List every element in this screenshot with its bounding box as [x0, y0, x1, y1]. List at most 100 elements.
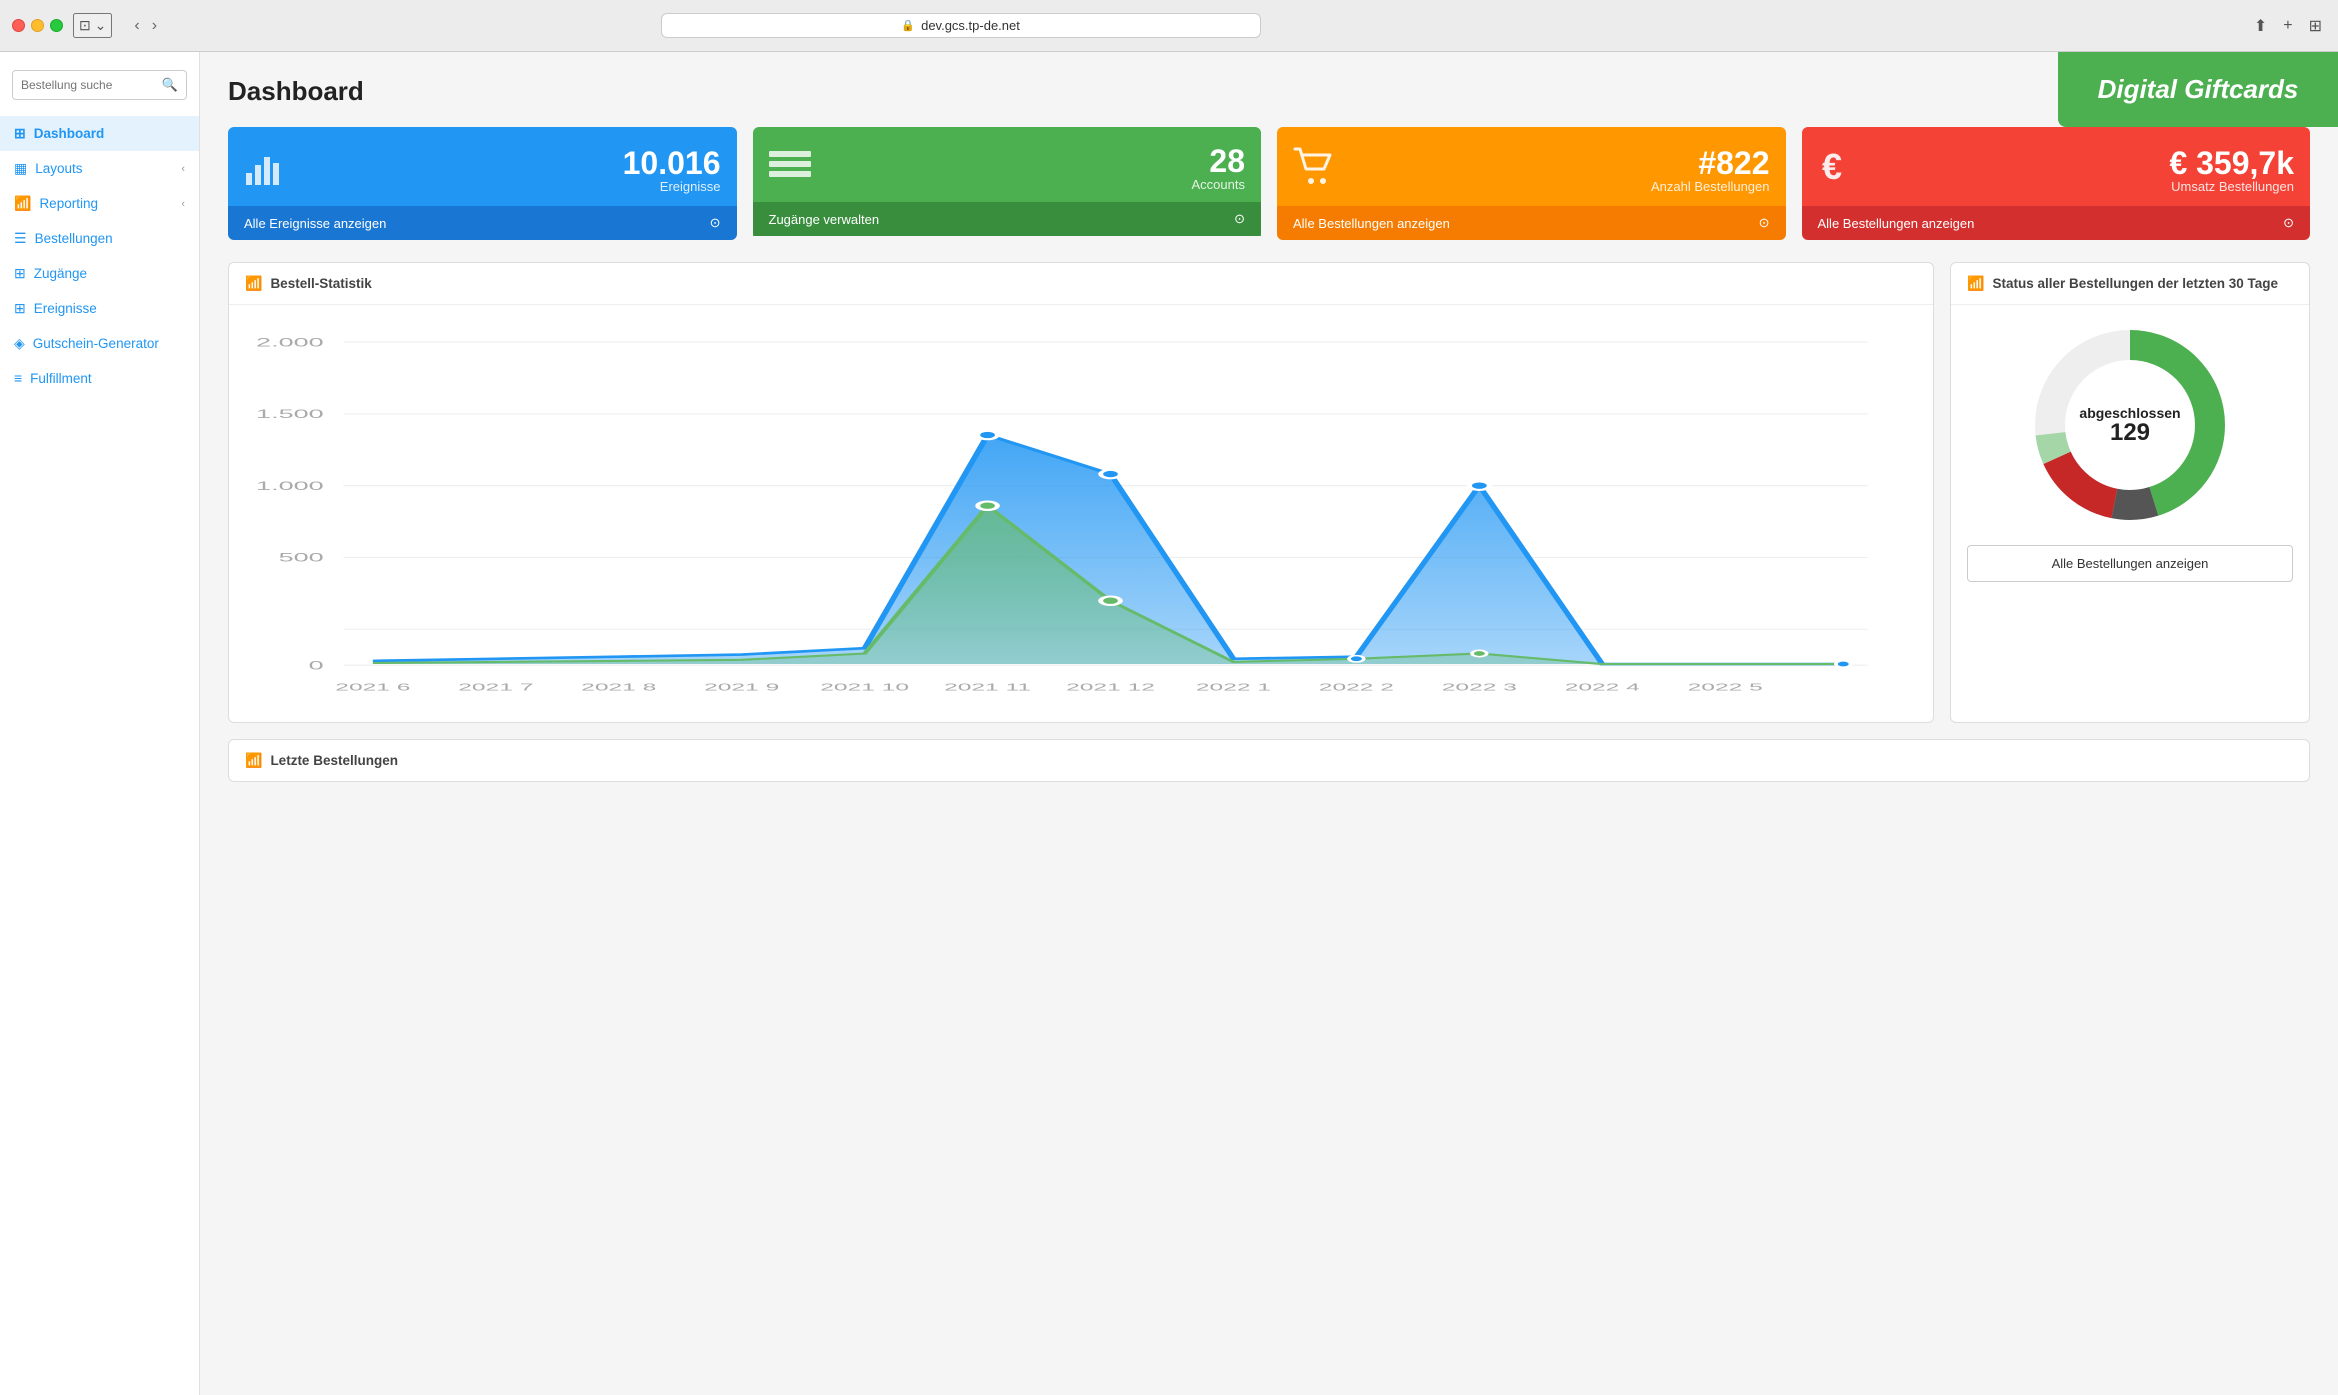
page-title: Dashboard: [228, 76, 2310, 107]
umsatz-link[interactable]: Alle Bestellungen anzeigen ⊙: [1802, 206, 2311, 240]
sidebar-item-label: Layouts: [35, 161, 82, 176]
search-button[interactable]: 🔍: [154, 71, 186, 99]
sidebar: 🔍 ⊞ Dashboard ▦ Layouts ‹ 📶 Reporting ‹ …: [0, 52, 200, 1395]
main-content: Digital Giftcards Dashboard: [200, 52, 2338, 1395]
line-chart: 2.000 1.500 1.000 500 0: [245, 321, 1917, 706]
sidebar-item-label: Gutschein-Generator: [33, 336, 159, 351]
grid-button[interactable]: ⊞: [2305, 14, 2326, 38]
stat-card-bestellungen: #822 Anzahl Bestellungen Alle Bestellung…: [1277, 127, 1786, 240]
accounts-label: Accounts: [823, 177, 1246, 192]
chart-header-icon: 📶: [245, 275, 262, 292]
cart-stat-icon: [1293, 145, 1335, 196]
new-tab-button[interactable]: +: [2279, 14, 2296, 38]
sidebar-item-label: Ereignisse: [34, 301, 97, 316]
ereignisse-link[interactable]: Alle Ereignisse anzeigen ⊙: [228, 206, 737, 240]
svg-text:500: 500: [279, 552, 324, 565]
accounts-number: 28: [823, 145, 1246, 177]
ereignisse-number: 10.016: [298, 147, 721, 179]
sidebar-item-reporting[interactable]: 📶 Reporting ‹: [0, 186, 199, 221]
chevron-icon: ‹: [181, 198, 185, 210]
sidebar-item-gutschein[interactable]: ◈ Gutschein-Generator: [0, 326, 199, 361]
back-button[interactable]: ‹: [130, 15, 143, 37]
svg-text:1.500: 1.500: [256, 408, 324, 421]
status-chart-icon: 📶: [1967, 275, 1984, 292]
svg-text:2021 10: 2021 10: [820, 682, 909, 694]
fullscreen-button[interactable]: [50, 19, 63, 32]
sidebar-item-label: Bestellungen: [35, 231, 113, 246]
ereignisse-icon: ⊞: [14, 300, 26, 317]
giftcard-overlay[interactable]: Digital Giftcards: [2058, 52, 2338, 127]
minimize-button[interactable]: [31, 19, 44, 32]
arrow-right-icon: ⊙: [710, 215, 721, 231]
stat-card-accounts: 28 Accounts Zugänge verwalten ⊙: [753, 127, 1262, 240]
svg-text:129: 129: [2110, 419, 2150, 446]
svg-text:2021 7: 2021 7: [458, 682, 533, 694]
donut-container: abgeschlossen 129: [1951, 305, 2309, 545]
gutschein-icon: ◈: [14, 335, 25, 352]
traffic-lights: [12, 19, 63, 32]
letzte-bestellungen-icon: 📶: [245, 752, 262, 769]
sidebar-item-ereignisse[interactable]: ⊞ Ereignisse: [0, 291, 199, 326]
forward-button[interactable]: ›: [148, 15, 161, 37]
close-button[interactable]: [12, 19, 25, 32]
address-bar[interactable]: 🔒 dev.gcs.tp-de.net: [661, 13, 1261, 38]
svg-text:2021 11: 2021 11: [944, 682, 1031, 694]
zugaenge-icon: ⊞: [14, 265, 26, 282]
umsatz-number: € 359,7k: [1872, 147, 2295, 179]
svg-text:0: 0: [309, 659, 324, 672]
lock-icon: 🔒: [901, 19, 915, 32]
svg-text:2021 12: 2021 12: [1066, 682, 1155, 694]
svg-text:2.000: 2.000: [256, 336, 324, 349]
stat-cards: 10.016 Ereignisse Alle Ereignisse anzeig…: [228, 127, 2310, 240]
sidebar-item-zugaenge[interactable]: ⊞ Zugänge: [0, 256, 199, 291]
chevron-icon: ‹: [181, 163, 185, 175]
ereignisse-label: Ereignisse: [298, 179, 721, 194]
status-chart-panel: 📶 Status aller Bestellungen der letzten …: [1950, 262, 2310, 723]
arrow-right-icon: ⊙: [1234, 211, 1245, 227]
dashboard-icon: ⊞: [14, 125, 26, 142]
search-input[interactable]: [13, 72, 154, 98]
ereignisse-stat-icon: [244, 145, 286, 196]
last-orders-panel: 📶 Letzte Bestellungen: [228, 739, 2310, 782]
bestell-statistik-body: 2.000 1.500 1.000 500 0: [229, 305, 1933, 722]
share-button[interactable]: ⬆: [2250, 14, 2271, 38]
giftcard-label: Digital Giftcards: [2098, 74, 2299, 104]
bestellungen-link[interactable]: Alle Bestellungen anzeigen ⊙: [1277, 206, 1786, 240]
fulfillment-icon: ≡: [14, 370, 22, 386]
svg-text:2022 2: 2022 2: [1319, 682, 1394, 694]
sidebar-item-fulfillment[interactable]: ≡ Fulfillment: [0, 361, 199, 395]
svg-text:1.000: 1.000: [256, 480, 324, 493]
sidebar-toggle-button[interactable]: ⊡ ⌄: [73, 13, 112, 38]
search-box[interactable]: 🔍: [12, 70, 187, 100]
arrow-right-icon: ⊙: [1759, 215, 1770, 231]
svg-text:2021 6: 2021 6: [335, 682, 410, 694]
svg-text:€: €: [1822, 146, 1842, 187]
sidebar-item-label: Dashboard: [34, 126, 105, 141]
accounts-stat-icon: [769, 148, 811, 190]
svg-text:2021 8: 2021 8: [581, 682, 656, 694]
url-text: dev.gcs.tp-de.net: [921, 18, 1020, 33]
bestell-statistik-title: Bestell-Statistik: [270, 276, 371, 291]
sidebar-item-dashboard[interactable]: ⊞ Dashboard: [0, 116, 199, 151]
svg-text:2022 4: 2022 4: [1565, 682, 1640, 694]
svg-text:2021 9: 2021 9: [704, 682, 779, 694]
sidebar-item-layouts[interactable]: ▦ Layouts ‹: [0, 151, 199, 186]
status-chart-title: Status aller Bestellungen der letzten 30…: [1992, 276, 2278, 291]
letzte-bestellungen-title: Letzte Bestellungen: [270, 753, 398, 768]
app-container: 🔍 ⊞ Dashboard ▦ Layouts ‹ 📶 Reporting ‹ …: [0, 52, 2338, 1395]
accounts-link[interactable]: Zugänge verwalten ⊙: [753, 202, 1262, 236]
bestellungen-icon: ☰: [14, 230, 27, 247]
svg-text:2022 3: 2022 3: [1442, 682, 1517, 694]
arrow-right-icon: ⊙: [2283, 215, 2294, 231]
browser-nav: ‹ ›: [130, 15, 161, 37]
bestellungen-number: #822: [1347, 147, 1770, 179]
charts-row: 📶 Bestell-Statistik: [228, 262, 2310, 723]
layouts-icon: ▦: [14, 160, 27, 177]
show-all-bestellungen-button[interactable]: Alle Bestellungen anzeigen: [1967, 545, 2293, 582]
reporting-icon: 📶: [14, 195, 31, 212]
sidebar-item-label: Zugänge: [34, 266, 87, 281]
bestellungen-label: Anzahl Bestellungen: [1347, 179, 1770, 194]
sidebar-item-label: Reporting: [39, 196, 98, 211]
stat-card-umsatz: € € 359,7k Umsatz Bestellungen Alle Best…: [1802, 127, 2311, 240]
sidebar-item-bestellungen[interactable]: ☰ Bestellungen: [0, 221, 199, 256]
